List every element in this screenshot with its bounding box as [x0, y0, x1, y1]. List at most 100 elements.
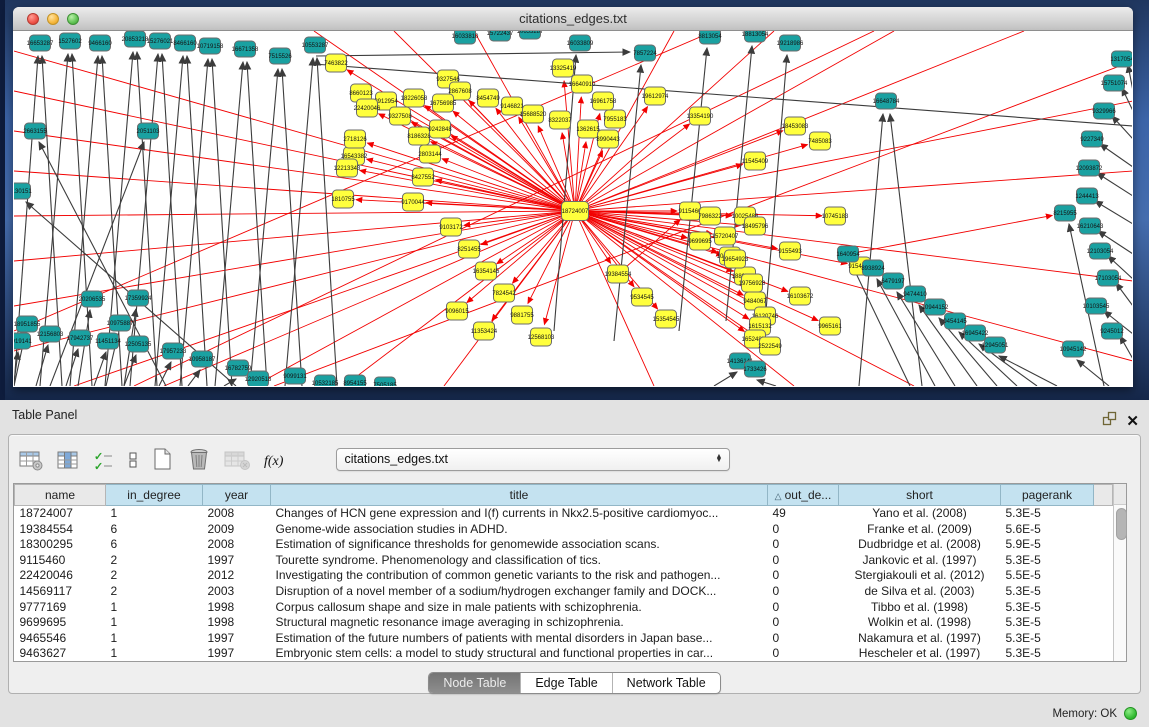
column-header-in-degree[interactable]: in_degree — [106, 485, 203, 506]
table-cell[interactable]: 0 — [768, 600, 839, 616]
table-cell[interactable]: 0 — [768, 568, 839, 584]
table-cell[interactable]: 18300295 — [15, 537, 106, 553]
new-table-icon[interactable] — [152, 446, 174, 472]
table-cell[interactable]: 2008 — [203, 537, 271, 553]
tab-node-table[interactable]: Node Table — [429, 673, 520, 693]
table-cell[interactable]: 9465546 — [15, 631, 106, 647]
table-cell[interactable]: Embryonic stem cells: a model to study s… — [271, 646, 768, 662]
column-header-out-degree[interactable]: △out_de... — [768, 485, 839, 506]
table-cell[interactable]: Structural magnetic resonance image aver… — [271, 615, 768, 631]
table-cell[interactable]: Jankovic et al. (1997) — [839, 553, 1001, 569]
tab-edge-table[interactable]: Edge Table — [520, 673, 611, 693]
table-cell[interactable]: 5.6E-5 — [1001, 522, 1094, 538]
table-select-dropdown[interactable]: citations_edges.txt ▲▼ — [336, 448, 730, 471]
table-cell[interactable]: 2003 — [203, 584, 271, 600]
table-scrollbar[interactable] — [1113, 484, 1126, 661]
memory-ok-icon[interactable] — [1124, 707, 1137, 720]
table-row[interactable]: 1830029562008Estimation of significance … — [15, 537, 1113, 553]
close-panel-icon[interactable]: ✕ — [1126, 415, 1139, 429]
table-cell[interactable]: 0 — [768, 615, 839, 631]
select-columns-icon[interactable]: ✓ ✓ — [93, 446, 114, 472]
tab-network-table[interactable]: Network Table — [612, 673, 720, 693]
network-canvas[interactable]: 1872400774638228660123891295418226058932… — [14, 31, 1132, 386]
table-cell[interactable]: 1997 — [203, 553, 271, 569]
table-row[interactable]: 1872400712008Changes of HCN gene express… — [15, 506, 1113, 522]
table-cell[interactable]: 9463627 — [15, 646, 106, 662]
table-header-row[interactable]: name in_degree year title △out_de... sho… — [15, 485, 1113, 506]
table-cell[interactable]: 5.3E-5 — [1001, 615, 1094, 631]
table-cell[interactable]: 0 — [768, 584, 839, 600]
apply-function-icon[interactable]: f(x) — [264, 446, 283, 472]
table-cell[interactable]: 5.5E-5 — [1001, 568, 1094, 584]
column-header-year[interactable]: year — [203, 485, 271, 506]
table-cell[interactable]: 2 — [106, 584, 203, 600]
table-cell[interactable]: Disruption of a novel member of a sodium… — [271, 584, 768, 600]
table-cell[interactable]: Tourette syndrome. Phenomenology and cla… — [271, 553, 768, 569]
table-row[interactable]: 1456911722003Disruption of a novel membe… — [15, 584, 1113, 600]
table-cell[interactable]: 9777169 — [15, 600, 106, 616]
table-row[interactable]: 969969511998Structural magnetic resonanc… — [15, 615, 1113, 631]
table-cell[interactable]: 5.3E-5 — [1001, 553, 1094, 569]
table-cell[interactable]: 1 — [106, 646, 203, 662]
column-header-title[interactable]: title — [271, 485, 768, 506]
table-row[interactable]: 1938455462009Genome-wide association stu… — [15, 522, 1113, 538]
zoom-window-button[interactable] — [67, 13, 79, 25]
close-window-button[interactable] — [27, 13, 39, 25]
table-cell[interactable]: 5.3E-5 — [1001, 506, 1094, 522]
table-cell[interactable]: 1 — [106, 615, 203, 631]
table-row[interactable]: 2242004622012Investigating the contribut… — [15, 568, 1113, 584]
delete-rows-icon[interactable] — [187, 446, 211, 472]
table-cell[interactable]: Genome-wide association studies in ADHD. — [271, 522, 768, 538]
table-cell[interactable]: 1998 — [203, 615, 271, 631]
table-cell[interactable]: 14569117 — [15, 584, 106, 600]
table-cell[interactable]: 9699695 — [15, 615, 106, 631]
column-header-name[interactable]: name — [15, 485, 106, 506]
table-row[interactable]: 977716911998Corpus callosum shape and si… — [15, 600, 1113, 616]
column-header-pagerank[interactable]: pagerank — [1001, 485, 1094, 506]
table-cell[interactable]: 9115460 — [15, 553, 106, 569]
table-cell[interactable]: 6 — [106, 537, 203, 553]
table-cell[interactable]: Yano et al. (2008) — [839, 506, 1001, 522]
scrollbar-thumb[interactable] — [1116, 508, 1127, 540]
table-cell[interactable]: Investigating the contribution of common… — [271, 568, 768, 584]
table-cell[interactable]: 5.3E-5 — [1001, 646, 1094, 662]
table-cell[interactable]: 1 — [106, 600, 203, 616]
table-cell[interactable]: 19384554 — [15, 522, 106, 538]
table-cell[interactable]: 1 — [106, 631, 203, 647]
table-cell[interactable]: Corpus callosum shape and size in male p… — [271, 600, 768, 616]
table-cell[interactable]: 0 — [768, 631, 839, 647]
table-row[interactable]: 946362711997Embryonic stem cells: a mode… — [15, 646, 1113, 662]
table-cell[interactable]: 18724007 — [15, 506, 106, 522]
table-cell[interactable]: Franke et al. (2009) — [839, 522, 1001, 538]
table-cell[interactable]: 22420046 — [15, 568, 106, 584]
row-tools-icon[interactable] — [127, 446, 139, 472]
table-row[interactable]: 946554611997Estimation of the future num… — [15, 631, 1113, 647]
network-window-titlebar[interactable]: citations_edges.txt — [13, 7, 1133, 31]
table-cell[interactable]: 0 — [768, 553, 839, 569]
table-cell[interactable]: 0 — [768, 522, 839, 538]
table-cell[interactable]: Dudbridge et al. (2008) — [839, 537, 1001, 553]
minimize-window-button[interactable] — [47, 13, 59, 25]
network-view-window[interactable]: citations_edges.txt 18724007746382286601… — [13, 7, 1133, 387]
column-header-short[interactable]: short — [839, 485, 1001, 506]
table-cell[interactable]: 2 — [106, 553, 203, 569]
table-cell[interactable]: Estimation of significance thresholds fo… — [271, 537, 768, 553]
table-cell[interactable]: 2008 — [203, 506, 271, 522]
table-cell[interactable]: Stergiakouli et al. (2012) — [839, 568, 1001, 584]
table-cell[interactable]: Changes of HCN gene expression and I(f) … — [271, 506, 768, 522]
table-cell[interactable]: 0 — [768, 646, 839, 662]
table-cell[interactable]: 5.3E-5 — [1001, 631, 1094, 647]
table-settings-icon[interactable] — [19, 446, 44, 472]
table-cell[interactable]: 1998 — [203, 600, 271, 616]
table-cell[interactable]: 1997 — [203, 631, 271, 647]
table-cell[interactable]: 2009 — [203, 522, 271, 538]
table-cell[interactable]: 2012 — [203, 568, 271, 584]
table-cell[interactable]: 5.3E-5 — [1001, 600, 1094, 616]
table-cell[interactable]: 5.3E-5 — [1001, 584, 1094, 600]
table-cell[interactable]: 6 — [106, 522, 203, 538]
table-cell[interactable]: de Silva et al. (2003) — [839, 584, 1001, 600]
table-cell[interactable]: Wolkin et al. (1998) — [839, 615, 1001, 631]
float-panel-icon[interactable] — [1102, 407, 1117, 437]
table-cell[interactable]: 1997 — [203, 646, 271, 662]
table-cell[interactable]: Tibbo et al. (1998) — [839, 600, 1001, 616]
